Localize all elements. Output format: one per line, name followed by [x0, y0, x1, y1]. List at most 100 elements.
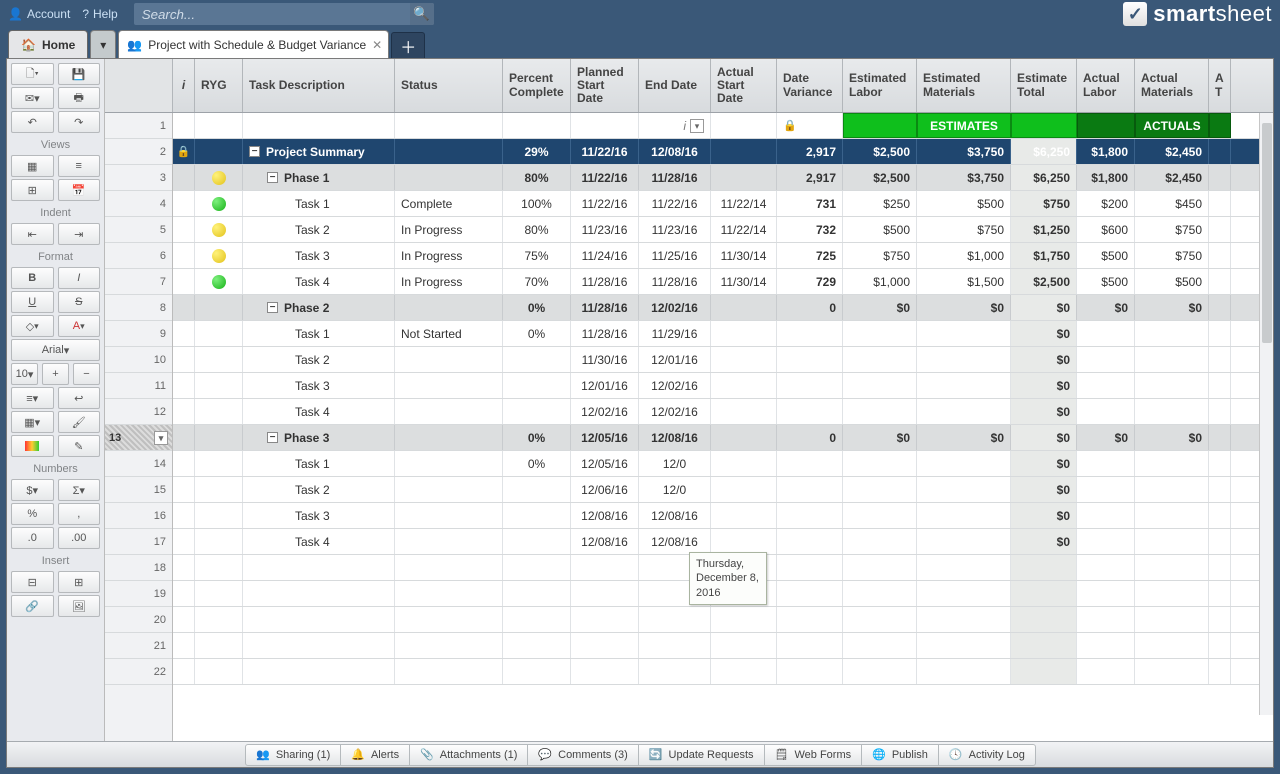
cell[interactable] [711, 503, 777, 528]
print-button[interactable]: 🖶 [58, 87, 101, 109]
cell[interactable] [1209, 399, 1231, 424]
col-attachments[interactable]: i [173, 59, 195, 112]
cell[interactable] [1135, 659, 1209, 684]
cell[interactable]: $250 [843, 191, 917, 216]
row-num-4[interactable]: 4 [105, 191, 172, 217]
cell[interactable] [1209, 529, 1231, 554]
cell[interactable] [243, 633, 395, 658]
decimal-increase-button[interactable]: .00 [58, 527, 101, 549]
cell[interactable] [571, 581, 639, 606]
home-tab[interactable]: 🏠Home [8, 30, 88, 58]
cell[interactable] [777, 503, 843, 528]
cell[interactable]: $1,750 [1011, 243, 1077, 268]
cell[interactable]: Task 1 [243, 321, 395, 346]
cell[interactable]: 11/28/16 [639, 269, 711, 294]
web-forms-button[interactable]: 🗒Web Forms [764, 744, 863, 766]
table-row[interactable]: Task 312/08/1612/08/16$0 [173, 503, 1273, 529]
cell[interactable]: 11/23/16 [571, 217, 639, 242]
cell[interactable] [503, 659, 571, 684]
cell[interactable] [711, 165, 777, 190]
cell[interactable] [173, 269, 195, 294]
conditional-format-button[interactable] [11, 435, 54, 457]
cell[interactable] [917, 451, 1011, 476]
cell[interactable]: 0% [503, 451, 571, 476]
cell[interactable] [503, 347, 571, 372]
cell[interactable] [1135, 581, 1209, 606]
cell[interactable]: 12/0 [639, 451, 711, 476]
cell[interactable] [777, 451, 843, 476]
cell[interactable] [395, 607, 503, 632]
cell[interactable]: 12/08/16 [571, 503, 639, 528]
cell[interactable] [395, 399, 503, 424]
cell[interactable] [1135, 477, 1209, 502]
collapse-toggle[interactable]: − [267, 302, 278, 313]
cell[interactable] [843, 347, 917, 372]
cell[interactable]: $0 [1077, 425, 1135, 450]
cell[interactable]: $2,500 [843, 165, 917, 190]
cell[interactable] [395, 139, 503, 164]
cell[interactable]: 75% [503, 243, 571, 268]
col-ryg[interactable]: RYG [195, 59, 243, 112]
cell[interactable]: Task 3 [243, 373, 395, 398]
cell[interactable] [195, 191, 243, 216]
cell[interactable]: Task 3 [243, 243, 395, 268]
cell[interactable] [1077, 321, 1135, 346]
cell[interactable] [917, 581, 1011, 606]
cell[interactable]: 12/08/16 [639, 139, 711, 164]
attachments-button[interactable]: 📎Attachments (1) [409, 744, 528, 766]
filter-icon[interactable]: ▾ [690, 119, 704, 133]
cell[interactable] [639, 659, 711, 684]
sum-button[interactable]: Σ▾ [58, 479, 101, 501]
col-actual-materials[interactable]: Actual Materials [1135, 59, 1209, 112]
cell[interactable] [395, 477, 503, 502]
update-requests-button[interactable]: 🔄Update Requests [638, 744, 765, 766]
cell[interactable] [195, 529, 243, 554]
indent-button[interactable]: ⇥ [58, 223, 101, 245]
cell[interactable]: 12/02/16 [639, 295, 711, 320]
row-num-8[interactable]: 8 [105, 295, 172, 321]
cell[interactable]: $2,450 [1135, 139, 1209, 164]
cell[interactable] [711, 425, 777, 450]
font-decrease-button[interactable]: − [73, 363, 100, 385]
cell[interactable]: 11/25/16 [639, 243, 711, 268]
cell[interactable] [195, 633, 243, 658]
cell[interactable]: 11/28/16 [571, 295, 639, 320]
cell[interactable] [173, 659, 195, 684]
cell[interactable] [503, 633, 571, 658]
cell[interactable]: $2,450 [1135, 165, 1209, 190]
cell[interactable] [843, 607, 917, 632]
format-painter-button[interactable]: 🖌 [58, 411, 101, 433]
cell[interactable]: $200 [1077, 191, 1135, 216]
outdent-button[interactable]: ⇤ [11, 223, 54, 245]
cell[interactable] [1077, 581, 1135, 606]
row-num-21[interactable]: 21 [105, 633, 172, 659]
cell[interactable]: 29% [503, 139, 571, 164]
cell[interactable]: $500 [1077, 243, 1135, 268]
link-button[interactable]: 🔗 [11, 595, 54, 617]
font-increase-button[interactable]: + [42, 363, 69, 385]
italic-button[interactable]: I [58, 267, 101, 289]
cell[interactable]: $750 [1135, 243, 1209, 268]
cell[interactable] [173, 165, 195, 190]
cell[interactable] [503, 607, 571, 632]
fill-color-button[interactable]: ◇▾ [11, 315, 54, 337]
table-row[interactable]: Task 4In Progress70%11/28/1611/28/1611/3… [173, 269, 1273, 295]
cell[interactable]: 11/22/14 [711, 217, 777, 242]
row-num-20[interactable]: 20 [105, 607, 172, 633]
vscroll-thumb[interactable] [1262, 123, 1272, 343]
cell[interactable]: $6,250 [1011, 139, 1077, 164]
cell[interactable] [1209, 503, 1231, 528]
cell[interactable]: 0 [777, 295, 843, 320]
cell[interactable] [639, 607, 711, 632]
row-num-5[interactable]: 5 [105, 217, 172, 243]
cell[interactable]: $500 [1077, 269, 1135, 294]
cell[interactable] [195, 139, 243, 164]
table-row[interactable]: Task 412/02/1612/02/16$0 [173, 399, 1273, 425]
sharing-button[interactable]: 👥Sharing (1) [245, 744, 341, 766]
cell[interactable] [503, 373, 571, 398]
cell[interactable] [1135, 503, 1209, 528]
cell[interactable] [195, 607, 243, 632]
cell[interactable] [173, 243, 195, 268]
cell[interactable] [843, 633, 917, 658]
cell[interactable] [1135, 633, 1209, 658]
